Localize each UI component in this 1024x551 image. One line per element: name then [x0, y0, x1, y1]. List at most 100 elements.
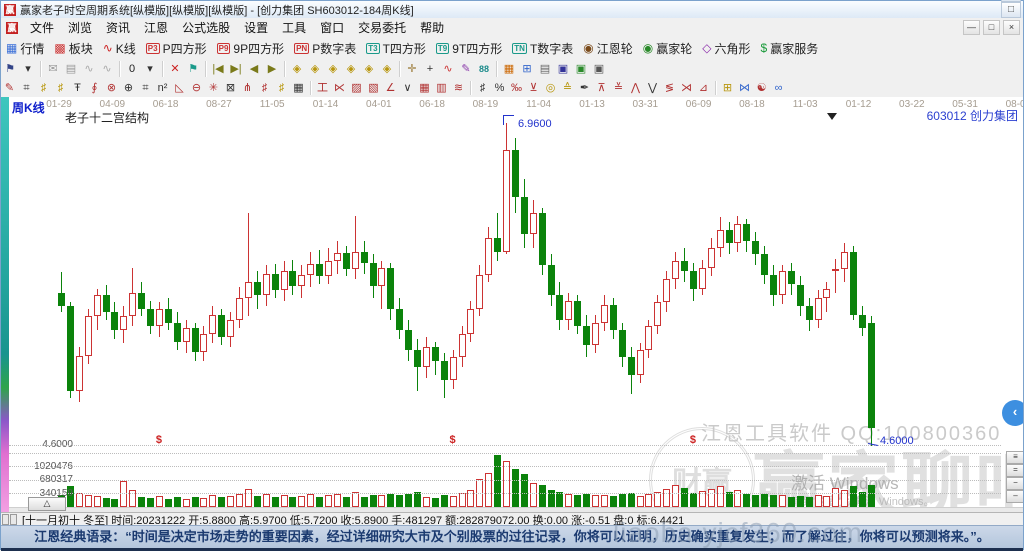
infinity-tool-button[interactable]: ∞: [770, 81, 787, 95]
nav-next-button[interactable]: ▶: [263, 61, 281, 77]
percent-tool-button[interactable]: %: [491, 81, 508, 95]
n-squared-button[interactable]: n²: [154, 81, 171, 95]
gold-circle-button[interactable]: ◎: [542, 81, 559, 95]
gann-hash-1-button[interactable]: ⌗: [18, 81, 35, 95]
bookmark-dropdown-button[interactable]: ▾: [19, 61, 37, 77]
crosshair-tool-button[interactable]: +: [421, 61, 439, 77]
9t-square-button[interactable]: T99T四方形: [431, 39, 507, 57]
child-close-button[interactable]: ×: [1003, 20, 1020, 35]
menu-item-7[interactable]: 窗口: [313, 18, 351, 37]
angle-lines-button[interactable]: ∠: [382, 81, 399, 95]
fan-lines-button[interactable]: ⋉: [331, 81, 348, 95]
level-tool-button[interactable]: ≚: [610, 81, 627, 95]
menu-item-2[interactable]: 资讯: [99, 18, 137, 37]
circle-cross-button[interactable]: ⊗: [103, 81, 120, 95]
pen-flag-button[interactable]: ✒: [576, 81, 593, 95]
fork-tool-button[interactable]: ⋔: [239, 81, 256, 95]
report-doc-button[interactable]: ▤: [62, 61, 80, 77]
child-restore-button[interactable]: □: [983, 20, 1000, 35]
p-square-button[interactable]: P3P四方形: [141, 39, 212, 57]
wedge-up-button[interactable]: ⋁: [644, 81, 661, 95]
grid-gold-button[interactable]: ⊞: [719, 81, 736, 95]
calendar-button[interactable]: ▦: [500, 61, 518, 77]
matrix-tool-button[interactable]: ▦: [290, 81, 307, 95]
sectors-button[interactable]: ▩板块: [49, 39, 97, 57]
9p-square-button[interactable]: P99P四方形: [212, 39, 289, 57]
p-number-table-button[interactable]: PNP数字表: [289, 39, 361, 57]
t-square-button[interactable]: T3T四方形: [361, 39, 431, 57]
vee-tool-button[interactable]: ∨: [399, 81, 416, 95]
semi-join-button[interactable]: ⋊: [678, 81, 695, 95]
kline-button[interactable]: ∿K线: [98, 39, 141, 57]
zero-value-button[interactable]: 0: [123, 61, 141, 77]
menu-item-0[interactable]: 文件: [23, 18, 61, 37]
beam-tool-button[interactable]: 工: [314, 81, 331, 95]
gann-hash-3-button[interactable]: ♯: [52, 81, 69, 95]
candlestick-plot[interactable]: $$$: [1, 97, 1023, 512]
draw-pen-button[interactable]: ✎: [1, 81, 18, 95]
vol-scale-2-button[interactable]: =: [1006, 464, 1023, 477]
zero-dropdown-button[interactable]: ▾: [141, 61, 159, 77]
gann-88-button[interactable]: 88: [475, 61, 493, 77]
circle-plus-button[interactable]: ⊕: [120, 81, 137, 95]
nav-last-button[interactable]: ▶|: [227, 61, 245, 77]
table-grid-button[interactable]: ▦: [416, 81, 433, 95]
t-number-table-button[interactable]: TNT数字表: [507, 39, 578, 57]
diamond-1-button[interactable]: ◈: [288, 61, 306, 77]
delete-x-button[interactable]: ✕: [166, 61, 184, 77]
export-button[interactable]: ▣: [590, 61, 608, 77]
nand-tool-button[interactable]: ⊼: [593, 81, 610, 95]
star-tool-button[interactable]: ✳: [205, 81, 222, 95]
grid-small-button[interactable]: ⌗: [137, 81, 154, 95]
table-box-button[interactable]: ▥: [433, 81, 450, 95]
hexagon-button[interactable]: ◇六角形: [697, 39, 755, 57]
menu-item-5[interactable]: 设置: [237, 18, 275, 37]
panel-collapse-button[interactable]: ‹: [1002, 400, 1023, 426]
diamond-6-button[interactable]: ◈: [378, 61, 396, 77]
maximize-button[interactable]: □: [1001, 2, 1021, 18]
save-button[interactable]: ▣: [554, 61, 572, 77]
sync-save-button[interactable]: ▣: [572, 61, 590, 77]
pen-tool-button[interactable]: ✎: [457, 61, 475, 77]
bookmark-flag-button[interactable]: ⚑: [1, 61, 19, 77]
menu-item-3[interactable]: 江恩: [137, 18, 175, 37]
winner-wheel-button[interactable]: ◉赢家轮: [638, 39, 698, 57]
calculator-button[interactable]: ⊞: [518, 61, 536, 77]
trend-large-button[interactable]: ∿: [98, 61, 116, 77]
menu-item-8[interactable]: 交易委托: [351, 18, 413, 37]
yinyang-button[interactable]: ☯: [753, 81, 770, 95]
menu-item-1[interactable]: 浏览: [61, 18, 99, 37]
wave-tool-button[interactable]: ∿: [439, 61, 457, 77]
vol-scale-3-button[interactable]: ≡: [1006, 451, 1023, 464]
menu-item-4[interactable]: 公式选股: [175, 18, 237, 37]
grid-fill-1-button[interactable]: ▨: [348, 81, 365, 95]
circle-minus-button[interactable]: ⊖: [188, 81, 205, 95]
child-minimize-button[interactable]: —: [963, 20, 980, 35]
vol-scale-0-button[interactable]: –: [1006, 490, 1023, 503]
diamond-2-button[interactable]: ◈: [306, 61, 324, 77]
menu-item-6[interactable]: 工具: [275, 18, 313, 37]
quotes-button[interactable]: ▦行情: [1, 39, 49, 57]
nav-prev-button[interactable]: ◀: [245, 61, 263, 77]
angle-tool-button[interactable]: ◺: [171, 81, 188, 95]
lessgreater-button[interactable]: ≶: [661, 81, 678, 95]
winner-service-button[interactable]: $赢家服务: [756, 39, 824, 57]
vol-scale-1-button[interactable]: −: [1006, 477, 1023, 490]
spiral-tool-button[interactable]: ∮: [86, 81, 103, 95]
menu-item-9[interactable]: 帮助: [413, 18, 451, 37]
color-flag-button[interactable]: ⚑: [184, 61, 202, 77]
gann-wheel-button[interactable]: ◉江恩轮: [578, 39, 638, 57]
chart-area[interactable]: 周K线 01-2904-0906-1808-2711-0501-1404-010…: [1, 97, 1023, 512]
ratio-tool-button[interactable]: ♯: [474, 81, 491, 95]
time-marks-button[interactable]: ♯: [273, 81, 290, 95]
grid-fill-2-button[interactable]: ▧: [365, 81, 382, 95]
gann-hash-2-button[interactable]: ♯: [35, 81, 52, 95]
time-ruler-button[interactable]: Ŧ: [69, 81, 86, 95]
gold-line-button[interactable]: ≙: [559, 81, 576, 95]
trend-small-button[interactable]: ∿: [80, 61, 98, 77]
triangle-tool-button[interactable]: ⊿: [695, 81, 712, 95]
nav-first-button[interactable]: |◀: [209, 61, 227, 77]
mail-button[interactable]: ✉: [44, 61, 62, 77]
diamond-4-button[interactable]: ◈: [342, 61, 360, 77]
permille-tool-button[interactable]: ‰: [508, 81, 525, 95]
